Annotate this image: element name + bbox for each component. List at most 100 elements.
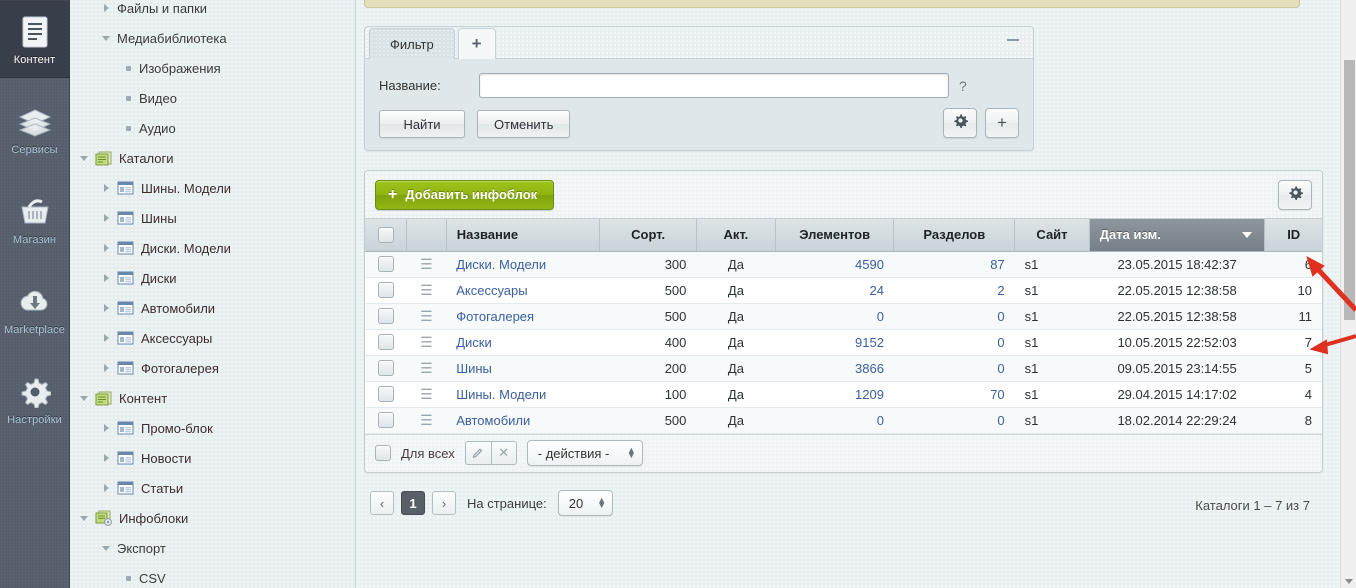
drag-handle-icon[interactable]: ☰ bbox=[420, 256, 433, 272]
infoblock-link[interactable]: Диски bbox=[456, 335, 492, 350]
row-checkbox[interactable] bbox=[377, 282, 394, 299]
infoblock-link[interactable]: Шины bbox=[456, 361, 492, 376]
cell-name[interactable]: Фотогалерея bbox=[446, 303, 600, 330]
chevron-right-icon[interactable] bbox=[100, 481, 114, 495]
tree-item[interactable]: Шины bbox=[70, 203, 355, 233]
tree-item[interactable]: Каталоги bbox=[70, 143, 355, 173]
infoblock-link[interactable]: Автомобили bbox=[456, 413, 530, 428]
bulk-actions-select[interactable]: - действия - ▲ ▼ bbox=[526, 440, 643, 466]
elements-link[interactable]: 24 bbox=[869, 283, 883, 298]
chevron-right-icon[interactable] bbox=[100, 451, 114, 465]
chevron-right-icon[interactable] bbox=[100, 421, 114, 435]
col-site[interactable]: Сайт bbox=[1014, 219, 1090, 252]
find-button[interactable]: Найти bbox=[379, 110, 465, 138]
sections-link[interactable]: 70 bbox=[990, 387, 1004, 402]
chevron-right-icon[interactable] bbox=[100, 271, 114, 285]
tab-filter[interactable]: Фильтр bbox=[369, 28, 455, 59]
table-row[interactable]: ☰ Шины. Модели 100 Да 1209 70 s1 29.04.2015 14:… bbox=[365, 381, 1322, 408]
row-checkbox[interactable] bbox=[377, 334, 394, 351]
chevron-right-icon[interactable] bbox=[100, 361, 114, 375]
rail-item-marketplace[interactable]: Marketplace bbox=[0, 270, 70, 348]
col-active[interactable]: Акт. bbox=[696, 219, 776, 252]
sections-link[interactable]: 0 bbox=[997, 361, 1004, 376]
filter-add-button[interactable]: + bbox=[985, 108, 1019, 138]
tree-item[interactable]: Диски. Модели bbox=[70, 233, 355, 263]
cell-sections[interactable]: 87 bbox=[893, 251, 1015, 278]
cell-elements[interactable]: 0 bbox=[775, 407, 894, 434]
col-date-modified[interactable]: Дата изм. bbox=[1089, 219, 1266, 252]
tree-item[interactable]: Диски bbox=[70, 263, 355, 293]
row-checkbox[interactable] bbox=[377, 360, 394, 377]
cell-elements[interactable]: 3866 bbox=[775, 355, 894, 382]
bullet-icon[interactable] bbox=[122, 121, 136, 135]
bullet-icon[interactable] bbox=[122, 571, 136, 585]
table-row[interactable]: ☰ Диски. Модели 300 Да 4590 87 s1 23.05.2015 18… bbox=[365, 251, 1322, 278]
next-page-button[interactable]: › bbox=[432, 491, 456, 515]
sections-link[interactable]: 2 bbox=[997, 283, 1004, 298]
page-scrollbar[interactable] bbox=[1340, 0, 1356, 588]
infoblock-link[interactable]: Фотогалерея bbox=[456, 309, 534, 324]
rail-item-settings[interactable]: Настройки bbox=[0, 360, 70, 438]
rail-item-content[interactable]: Контент bbox=[0, 0, 70, 78]
infoblock-link[interactable]: Аксессуары bbox=[456, 283, 527, 298]
row-drag-cell[interactable]: ☰ bbox=[406, 355, 447, 382]
drag-handle-icon[interactable]: ☰ bbox=[420, 386, 433, 402]
elements-link[interactable]: 1209 bbox=[855, 387, 884, 402]
tree-item[interactable]: Автомобили bbox=[70, 293, 355, 323]
tree-item[interactable]: Аксессуары bbox=[70, 323, 355, 353]
per-page-select[interactable]: 20 ▲ ▼ bbox=[557, 490, 614, 516]
row-drag-cell[interactable]: ☰ bbox=[406, 381, 447, 408]
col-name[interactable]: Название bbox=[446, 219, 601, 252]
row-drag-cell[interactable]: ☰ bbox=[406, 303, 447, 330]
drag-handle-icon[interactable]: ☰ bbox=[420, 282, 433, 298]
col-elements[interactable]: Элементов bbox=[775, 219, 895, 252]
chevron-down-icon[interactable] bbox=[100, 541, 114, 555]
delete-selected-button[interactable]: ✕ bbox=[490, 441, 517, 465]
row-drag-cell[interactable]: ☰ bbox=[406, 277, 447, 304]
tree-item[interactable]: Медиабиблиотека bbox=[70, 23, 355, 53]
row-checkbox-cell[interactable] bbox=[365, 329, 407, 356]
row-drag-cell[interactable]: ☰ bbox=[406, 407, 447, 434]
select-all-checkbox[interactable] bbox=[377, 227, 394, 244]
tree-item[interactable]: Инфоблоки bbox=[70, 503, 355, 533]
row-checkbox-cell[interactable] bbox=[365, 277, 407, 304]
select-all-footer-checkbox[interactable] bbox=[375, 445, 391, 461]
row-drag-cell[interactable]: ☰ bbox=[406, 329, 447, 356]
row-checkbox-cell[interactable] bbox=[365, 251, 407, 278]
tree-item[interactable]: Аудио bbox=[70, 113, 355, 143]
bullet-icon[interactable] bbox=[122, 91, 136, 105]
chevron-right-icon[interactable] bbox=[100, 181, 114, 195]
cell-name[interactable]: Шины. Модели bbox=[446, 381, 600, 408]
infoblock-link[interactable]: Диски. Модели bbox=[456, 257, 546, 272]
col-sections[interactable]: Разделов bbox=[893, 219, 1016, 252]
row-checkbox-cell[interactable] bbox=[365, 355, 407, 382]
infoblock-link[interactable]: Шины. Модели bbox=[456, 387, 546, 402]
sections-link[interactable]: 87 bbox=[990, 257, 1004, 272]
row-drag-cell[interactable]: ☰ bbox=[406, 251, 447, 278]
cell-elements[interactable]: 24 bbox=[775, 277, 894, 304]
table-row[interactable]: ☰ Шины 200 Да 3866 0 s1 09.05.2015 23:14:55 5 bbox=[365, 355, 1322, 382]
drag-handle-icon[interactable]: ☰ bbox=[420, 334, 433, 350]
chevron-right-icon[interactable] bbox=[100, 331, 114, 345]
col-id[interactable]: ID bbox=[1264, 219, 1322, 252]
cell-sections[interactable]: 70 bbox=[893, 381, 1015, 408]
row-checkbox[interactable] bbox=[377, 412, 394, 429]
chevron-down-icon[interactable] bbox=[78, 151, 92, 165]
cell-name[interactable]: Шины bbox=[446, 355, 600, 382]
bullet-icon[interactable] bbox=[122, 61, 136, 75]
elements-link[interactable]: 0 bbox=[877, 309, 884, 324]
tree-item[interactable]: Контент bbox=[70, 383, 355, 413]
help-icon[interactable]: ? bbox=[959, 78, 967, 94]
table-row[interactable]: ☰ Автомобили 500 Да 0 0 s1 18.02.2014 22:29:24 8 bbox=[365, 407, 1322, 434]
table-row[interactable]: ☰ Аксессуары 500 Да 24 2 s1 22.05.2015 12:38:58… bbox=[365, 277, 1322, 304]
elements-link[interactable]: 0 bbox=[877, 413, 884, 428]
elements-link[interactable]: 4590 bbox=[855, 257, 884, 272]
cell-sections[interactable]: 0 bbox=[893, 303, 1015, 330]
cell-sections[interactable]: 0 bbox=[893, 329, 1015, 356]
row-checkbox-cell[interactable] bbox=[365, 303, 407, 330]
rail-item-services[interactable]: Сервисы bbox=[0, 90, 70, 168]
tree-item[interactable]: Изображения bbox=[70, 53, 355, 83]
col-sort[interactable]: Сорт. bbox=[599, 219, 697, 252]
drag-handle-icon[interactable]: ☰ bbox=[420, 360, 433, 376]
tree-item[interactable]: Шины. Модели bbox=[70, 173, 355, 203]
